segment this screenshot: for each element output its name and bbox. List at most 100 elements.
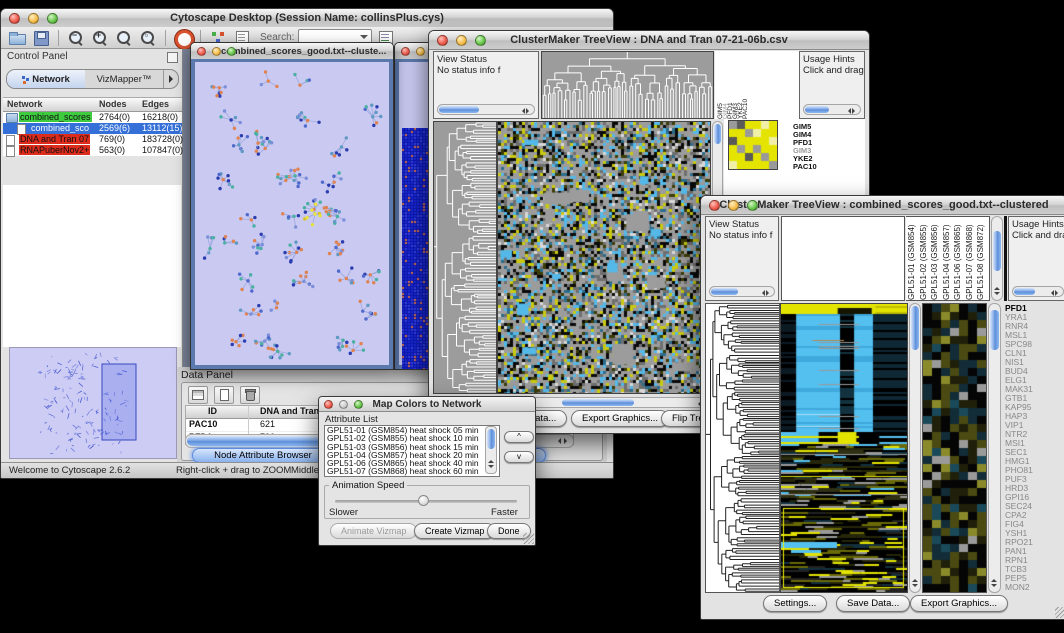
create-vizmap-button[interactable]: Create Vizmap bbox=[414, 523, 495, 539]
treeview2-global-heatmap[interactable] bbox=[780, 303, 908, 593]
network-name: combined_scores bbox=[19, 112, 92, 122]
zoom-window-icon[interactable] bbox=[227, 47, 236, 56]
treeview2-zoom-heatmap[interactable] bbox=[922, 303, 987, 593]
minimize-icon[interactable] bbox=[212, 47, 221, 56]
treeview1-zoom-column-labels: GIM5GIM4PFD1GIM3YKE2PAC10 bbox=[717, 51, 749, 119]
close-icon[interactable] bbox=[197, 47, 206, 56]
move-up-button[interactable]: ^ bbox=[504, 431, 534, 443]
minimize-icon bbox=[339, 400, 348, 409]
attribute-list-vscrollbar[interactable] bbox=[485, 426, 497, 474]
treeview2-row-dendrogram[interactable] bbox=[705, 303, 780, 593]
network-tree-row[interactable]: combined_scores 2764(0) 16218(0) bbox=[3, 112, 182, 123]
zoom-window-icon[interactable] bbox=[475, 35, 486, 46]
zoom-window-icon[interactable] bbox=[47, 13, 58, 24]
minimize-icon[interactable] bbox=[728, 200, 739, 211]
resize-grip[interactable] bbox=[1055, 607, 1064, 618]
treeview2-gene-labels: PFD1YRA1RNR4MSL1SPC98CLN1NIS1BUD4ELG1MAK… bbox=[1005, 304, 1064, 593]
row-label: PAC10 bbox=[793, 163, 843, 171]
attribute-list[interactable]: GPL51-01 (GSM854) heat shock 05 minGPL51… bbox=[324, 425, 500, 477]
usage-hints-hscrollbar[interactable] bbox=[803, 104, 861, 115]
zoom-in-icon[interactable]: + bbox=[90, 29, 110, 46]
close-icon[interactable] bbox=[324, 400, 333, 409]
zoom-window-icon[interactable] bbox=[747, 200, 758, 211]
main-window-title: Cytoscape Desktop (Session Name: collins… bbox=[1, 12, 613, 24]
column-label: GPL51-08 (GSM872) bbox=[976, 217, 988, 300]
zoom-out-icon[interactable]: − bbox=[66, 29, 86, 46]
move-down-button[interactable]: v bbox=[504, 451, 534, 463]
export-graphics-button[interactable]: Export Graphics... bbox=[571, 410, 669, 427]
resize-grip[interactable] bbox=[523, 533, 534, 544]
network-tree-row[interactable]: RNAPuberNov2+563(0)107847(0) bbox=[3, 145, 182, 156]
view-status-hscrollbar[interactable] bbox=[437, 104, 535, 115]
attribute-item[interactable]: GPL51-07 (GSM868) heat shock 60 min bbox=[325, 467, 499, 475]
birdseye-view[interactable] bbox=[9, 347, 177, 459]
treeview2-column-dendrogram[interactable] bbox=[781, 216, 905, 301]
usage-hints-hscrollbar[interactable] bbox=[1012, 286, 1064, 297]
treeview1-row-dendrogram[interactable] bbox=[433, 121, 497, 394]
float-panel-icon[interactable] bbox=[167, 52, 178, 63]
view-status-hscrollbar[interactable] bbox=[709, 286, 775, 297]
window-controls bbox=[9, 13, 58, 24]
control-panel: Control Panel Network VizMapper™ Network… bbox=[3, 49, 183, 463]
data-panel-toolbar bbox=[188, 386, 260, 404]
column-label: GPL51-02 (GSM855) bbox=[919, 217, 931, 300]
node-count: 2764(0) bbox=[99, 112, 130, 122]
zoom-window-icon[interactable] bbox=[354, 400, 363, 409]
treeview2-usage-hints: Usage Hints Click and drag to bbox=[1008, 216, 1064, 301]
column-label: GPL51-01 (GSM854) bbox=[907, 217, 919, 300]
treeview2-heatmap-vscrollbar[interactable] bbox=[909, 303, 921, 593]
treeview1-zoom-heatmap[interactable] bbox=[728, 120, 778, 170]
network1-canvas[interactable] bbox=[195, 62, 389, 365]
control-panel-header: Control Panel bbox=[3, 49, 182, 67]
close-icon[interactable] bbox=[437, 35, 448, 46]
control-panel-title: Control Panel bbox=[7, 51, 68, 62]
tab-vizmapper[interactable]: VizMapper™ bbox=[85, 70, 163, 88]
select-attributes-icon[interactable] bbox=[188, 386, 208, 404]
minimize-icon[interactable] bbox=[28, 13, 39, 24]
status-welcome: Welcome to Cytoscape 2.6.2 bbox=[9, 465, 130, 476]
network-name: combined_sco bbox=[30, 123, 90, 133]
minimize-icon[interactable] bbox=[456, 35, 467, 46]
gene-label: MON2 bbox=[1005, 583, 1064, 592]
open-folder-icon[interactable] bbox=[7, 29, 27, 46]
network-tree-row[interactable]: combined_sco2569(6)13112(15) bbox=[3, 123, 182, 134]
new-attribute-icon[interactable] bbox=[214, 386, 234, 404]
folder-icon bbox=[6, 113, 18, 123]
network1-titlebar[interactable]: combined_scores_good.txt--cluste... bbox=[191, 43, 393, 60]
settings-button[interactable]: Settings... bbox=[763, 595, 827, 612]
export-graphics-button[interactable]: Export Graphics... bbox=[910, 595, 1008, 612]
network-name: DNA and Tran 07 bbox=[19, 134, 90, 144]
treeview2-top-vscrollbar[interactable] bbox=[991, 216, 1003, 301]
node-attribute-browser-button[interactable]: Node Attribute Browser bbox=[192, 448, 334, 463]
zoom-fit-icon[interactable] bbox=[114, 29, 134, 46]
treeview2-titlebar[interactable]: ClusterMaker TreeView : combined_scores_… bbox=[701, 196, 1064, 215]
zoom-selected-icon[interactable]: ▫ bbox=[138, 29, 158, 46]
dialog-titlebar[interactable]: Map Colors to Network bbox=[319, 397, 535, 412]
close-icon[interactable] bbox=[709, 200, 720, 211]
main-titlebar[interactable]: Cytoscape Desktop (Session Name: collins… bbox=[1, 9, 613, 28]
slider-thumb[interactable] bbox=[418, 495, 429, 506]
close-icon[interactable] bbox=[401, 47, 410, 56]
treeview2-zoom-vscrollbar[interactable] bbox=[988, 303, 1001, 593]
tab-network[interactable]: Network bbox=[7, 70, 85, 88]
panel-divider bbox=[1004, 216, 1007, 301]
save-icon[interactable] bbox=[31, 29, 51, 46]
treeview1-titlebar[interactable]: ClusterMaker TreeView : DNA and Tran 07-… bbox=[429, 31, 869, 50]
treeview1-view-status: View Status No status info f bbox=[433, 51, 539, 119]
save-data-button[interactable]: Save Data... bbox=[836, 595, 910, 612]
tab-overflow-icon[interactable] bbox=[163, 70, 178, 88]
desktop: Cytoscape Desktop (Session Name: collins… bbox=[0, 0, 1064, 633]
node-count: 2569(6) bbox=[99, 123, 130, 133]
treeview2-zoom-column-labels: GPL51-01 (GSM854)GPL51-02 (GSM855)GPL51-… bbox=[907, 217, 989, 300]
edge-count: 16218(0) bbox=[142, 112, 178, 122]
edge-count: 183728(0) bbox=[142, 134, 183, 144]
delete-attribute-icon[interactable] bbox=[240, 386, 260, 404]
animation-speed-label: Animation Speed bbox=[329, 480, 407, 491]
treeview1-column-dendrogram[interactable] bbox=[541, 51, 714, 119]
treeview1-global-heatmap[interactable] bbox=[497, 121, 711, 394]
column-label: GPL51-03 (GSM856) bbox=[930, 217, 942, 300]
minimize-icon[interactable] bbox=[416, 47, 425, 56]
close-icon[interactable] bbox=[9, 13, 20, 24]
network-tree-row[interactable]: DNA and Tran 07769(0)183728(0) bbox=[3, 134, 182, 145]
treeview1-zoom-row-labels: GIM5GIM4PFD1GIM3YKE2PAC10 bbox=[793, 123, 843, 173]
